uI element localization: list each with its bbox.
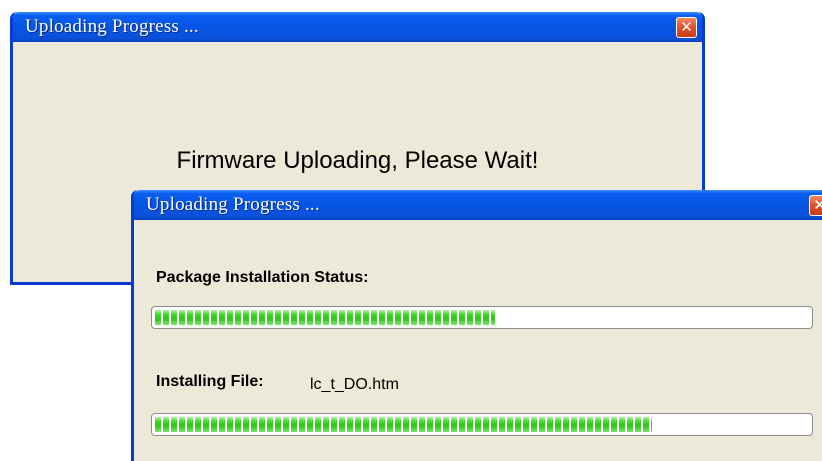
- installing-file-name: lc_t_DO.htm: [310, 376, 399, 393]
- file-progress-fill: [155, 417, 653, 432]
- package-status-label: Package Installation Status:: [156, 269, 369, 286]
- close-icon: ✕: [813, 196, 822, 214]
- close-button[interactable]: ✕: [809, 195, 822, 216]
- close-icon: ✕: [680, 18, 693, 36]
- package-progress-fill: [155, 310, 496, 325]
- window-title: Uploading Progress ...: [25, 16, 199, 37]
- close-button[interactable]: ✕: [676, 17, 697, 38]
- package-install-dialog: Uploading Progress ... ✕ Package Install…: [131, 190, 822, 461]
- title-bar[interactable]: Uploading Progress ... ✕: [134, 190, 822, 220]
- file-progress-bar: [151, 413, 813, 436]
- installing-file-label: Installing File:: [156, 373, 264, 390]
- window-title: Uploading Progress ...: [146, 194, 320, 215]
- package-progress-bar: [151, 306, 813, 329]
- upload-message: Firmware Uploading, Please Wait!: [176, 147, 539, 174]
- title-bar[interactable]: Uploading Progress ... ✕: [13, 12, 702, 42]
